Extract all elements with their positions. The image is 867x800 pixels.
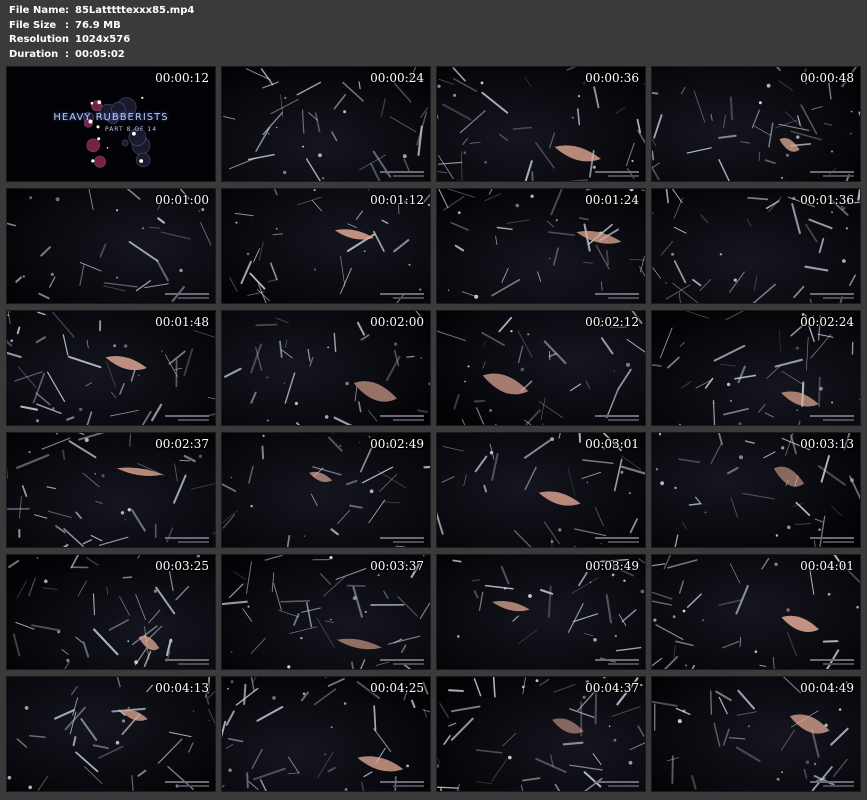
thumbnail-timestamp: 00:01:12 [370,193,424,207]
thumbnail-timestamp: 00:03:13 [800,437,854,451]
watermark-logo-icon [595,293,639,299]
video-thumbnail: 00:03:49 [436,554,646,670]
video-thumbnail: 00:01:12 [221,188,431,304]
video-thumbnail: 00:02:49 [221,432,431,548]
thumbnail-timestamp: 00:03:37 [370,559,424,573]
watermark-logo-icon [165,415,209,421]
video-thumbnail: 00:02:37 [6,432,216,548]
thumbnail-timestamp: 00:00:36 [585,71,639,85]
video-thumbnail: 00:01:00 [6,188,216,304]
video-thumbnail: HEAVY RUBBERISTS PART 8 OF 14 00:00:12 [6,66,216,182]
thumbnail-timestamp: 00:03:25 [155,559,209,573]
watermark-logo-icon [810,537,854,543]
watermark-logo-icon [595,781,639,787]
thumbnail-timestamp: 00:00:24 [370,71,424,85]
watermark-logo-icon [165,293,209,299]
thumbnail-timestamp: 00:00:48 [800,71,854,85]
video-thumbnail: 00:01:48 [6,310,216,426]
watermark-logo-icon [165,781,209,787]
video-thumbnail: 00:04:37 [436,676,646,792]
video-thumbnail: 00:04:25 [221,676,431,792]
thumbnail-timestamp: 00:00:12 [155,71,209,85]
thumbnail-timestamp: 00:02:00 [370,315,424,329]
thumbnail-timestamp: 00:02:24 [800,315,854,329]
video-thumbnail: 00:03:01 [436,432,646,548]
video-thumbnail: 00:03:37 [221,554,431,670]
video-thumbnail: 00:04:01 [651,554,861,670]
watermark-logo-icon [595,415,639,421]
video-thumbnail: 00:00:36 [436,66,646,182]
video-thumbnail: 00:01:24 [436,188,646,304]
thumbnail-timestamp: 00:01:48 [155,315,209,329]
thumbnail-timestamp: 00:02:12 [585,315,639,329]
watermark-logo-icon [380,171,424,177]
video-thumbnail: 00:04:49 [651,676,861,792]
video-thumbnail: 00:03:13 [651,432,861,548]
thumbnail-timestamp: 00:03:01 [585,437,639,451]
thumbnail-timestamp: 00:01:00 [155,193,209,207]
watermark-logo-icon [165,659,209,665]
video-thumbnail: 00:03:25 [6,554,216,670]
watermark-logo-icon [380,781,424,787]
watermark-logo-icon [380,293,424,299]
thumbnail-timestamp: 00:03:49 [585,559,639,573]
video-thumbnail: 00:02:24 [651,310,861,426]
watermark-logo-icon [810,293,854,299]
video-thumbnail: 00:04:13 [6,676,216,792]
title-card-line1: HEAVY RUBBERISTS [53,112,169,123]
watermark-logo-icon [380,415,424,421]
thumbnail-timestamp: 00:02:49 [370,437,424,451]
watermark-logo-icon [810,781,854,787]
thumbnail-timestamp: 00:04:01 [800,559,854,573]
watermark-logo-icon [810,659,854,665]
thumbnail-timestamp: 00:01:36 [800,193,854,207]
thumbnail-timestamp: 00:04:25 [370,681,424,695]
watermark-logo-icon [380,659,424,665]
watermark-logo-icon [165,537,209,543]
watermark-logo-icon [595,659,639,665]
thumbnail-grid: HEAVY RUBBERISTS PART 8 OF 14 00:00:12 00:0… [0,0,867,800]
watermark-logo-icon [595,537,639,543]
thumbnail-timestamp: 00:04:13 [155,681,209,695]
thumbnail-timestamp: 00:04:49 [800,681,854,695]
watermark-logo-icon [380,537,424,543]
watermark-logo-icon [595,171,639,177]
thumbnail-timestamp: 00:02:37 [155,437,209,451]
video-thumbnail: 00:02:00 [221,310,431,426]
title-card-line2: PART 8 OF 14 [104,126,158,133]
video-thumbnail: 00:00:24 [221,66,431,182]
thumbnail-timestamp: 00:01:24 [585,193,639,207]
watermark-logo-icon [810,415,854,421]
video-thumbnail: 00:00:48 [651,66,861,182]
watermark-logo-icon [810,171,854,177]
video-thumbnail: 00:02:12 [436,310,646,426]
video-thumbnail: 00:01:36 [651,188,861,304]
thumbnail-timestamp: 00:04:37 [585,681,639,695]
